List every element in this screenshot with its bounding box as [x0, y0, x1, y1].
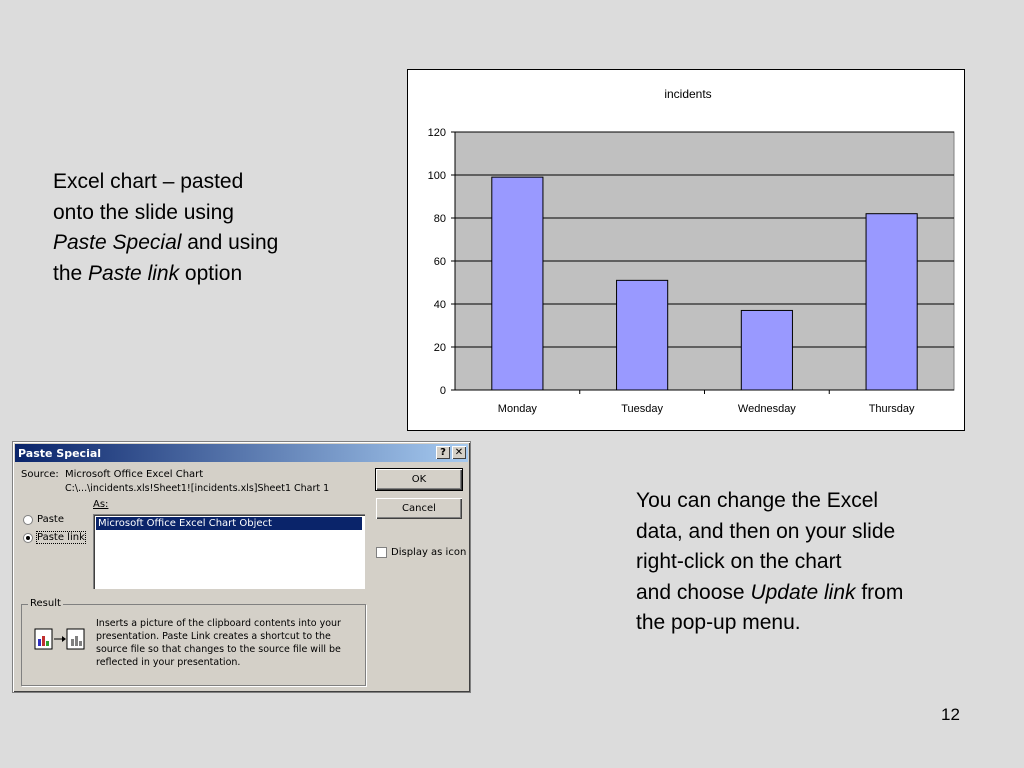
x-tick-label: Monday — [498, 403, 538, 415]
paste-radio[interactable] — [23, 515, 33, 525]
source-label: Source: — [21, 469, 59, 480]
left-description: Excel chart – pasted onto the slide usin… — [53, 167, 353, 289]
y-tick-label: 20 — [434, 342, 446, 354]
left-text-line: onto the slide using — [53, 200, 234, 224]
left-text-line: the Paste link option — [53, 259, 353, 290]
result-group: Result Inserts a picture of the clipboar… — [21, 598, 366, 686]
right-text-fragment: from — [855, 580, 904, 604]
y-tick-label: 100 — [428, 170, 446, 182]
paste-link-result-icon — [34, 628, 85, 650]
bar-thursday[interactable] — [865, 213, 918, 391]
source-value: Microsoft Office Excel Chart — [65, 469, 204, 480]
help-button[interactable]: ? — [436, 446, 450, 459]
x-tick-label: Wednesday — [738, 403, 796, 415]
left-text-fragment: and using — [181, 231, 279, 254]
y-tick-label: 0 — [440, 385, 446, 397]
paste-radio-label[interactable]: Paste — [37, 514, 64, 525]
paste-link-radio-label[interactable]: Paste link — [36, 531, 86, 544]
paste-link-radio[interactable] — [23, 533, 33, 543]
dialog-titlebar[interactable]: Paste Special ? ✕ — [15, 444, 468, 462]
list-item[interactable]: Microsoft Office Excel Chart Object — [96, 517, 362, 530]
y-tick-label: 40 — [434, 299, 446, 311]
right-text-line: You can change the Excel — [636, 489, 879, 512]
result-label: Result — [28, 598, 63, 609]
update-link-term: Update link — [750, 580, 856, 604]
excel-chart[interactable]: incidents 0 20 40 60 80 100 120 Monday Tuesday We… — [407, 69, 965, 431]
result-description: Inserts a picture of the clipboard conte… — [96, 618, 341, 668]
x-tick-label: Thursday — [869, 403, 915, 415]
y-tick-label: 60 — [434, 256, 446, 268]
bar-monday[interactable] — [491, 176, 544, 391]
y-tick-label: 80 — [434, 213, 446, 225]
left-text-fragment: option — [179, 261, 243, 285]
y-tick-label: 120 — [428, 127, 446, 139]
display-as-icon-label[interactable]: Display as icon — [391, 547, 466, 558]
left-text-line: Paste Special and using — [53, 228, 353, 259]
ok-button[interactable]: OK — [375, 468, 463, 491]
close-icon: ✕ — [454, 447, 464, 458]
source-path: C:\...\incidents.xls!Sheet1![incidents.x… — [65, 483, 330, 494]
display-as-icon-checkbox[interactable] — [376, 547, 387, 558]
chart-title: incidents — [664, 87, 711, 101]
chart-canvas: incidents 0 20 40 60 80 100 120 Monday Tuesday We… — [428, 87, 955, 415]
as-label: As: — [93, 499, 109, 510]
left-text-fragment: the — [53, 261, 89, 285]
right-text-line: the pop-up menu. — [636, 611, 801, 634]
paste-special-term: Paste Special — [53, 231, 182, 254]
right-text-fragment: and choose — [636, 580, 751, 604]
cancel-button[interactable]: Cancel — [376, 498, 462, 519]
close-button[interactable]: ✕ — [452, 446, 466, 459]
dialog-title: Paste Special — [18, 447, 102, 460]
paste-special-dialog: Paste Special ? ✕ Source: Microsoft Offi… — [12, 441, 471, 693]
x-tick-label: Tuesday — [621, 403, 663, 415]
bar-tuesday[interactable] — [616, 279, 669, 391]
bar-wednesday[interactable] — [740, 309, 793, 391]
right-text-line: right-click on the chart — [636, 550, 842, 573]
page-number: 12 — [941, 705, 960, 724]
left-text-line: Excel chart – pasted — [53, 170, 244, 193]
right-text-line: data, and then on your slide — [636, 519, 896, 543]
right-description: You can change the Excel data, and then … — [636, 486, 976, 639]
right-text-line: and choose Update link from — [636, 578, 976, 609]
paste-link-term: Paste link — [88, 261, 180, 285]
paste-as-listbox[interactable]: Microsoft Office Excel Chart Object — [93, 514, 365, 589]
